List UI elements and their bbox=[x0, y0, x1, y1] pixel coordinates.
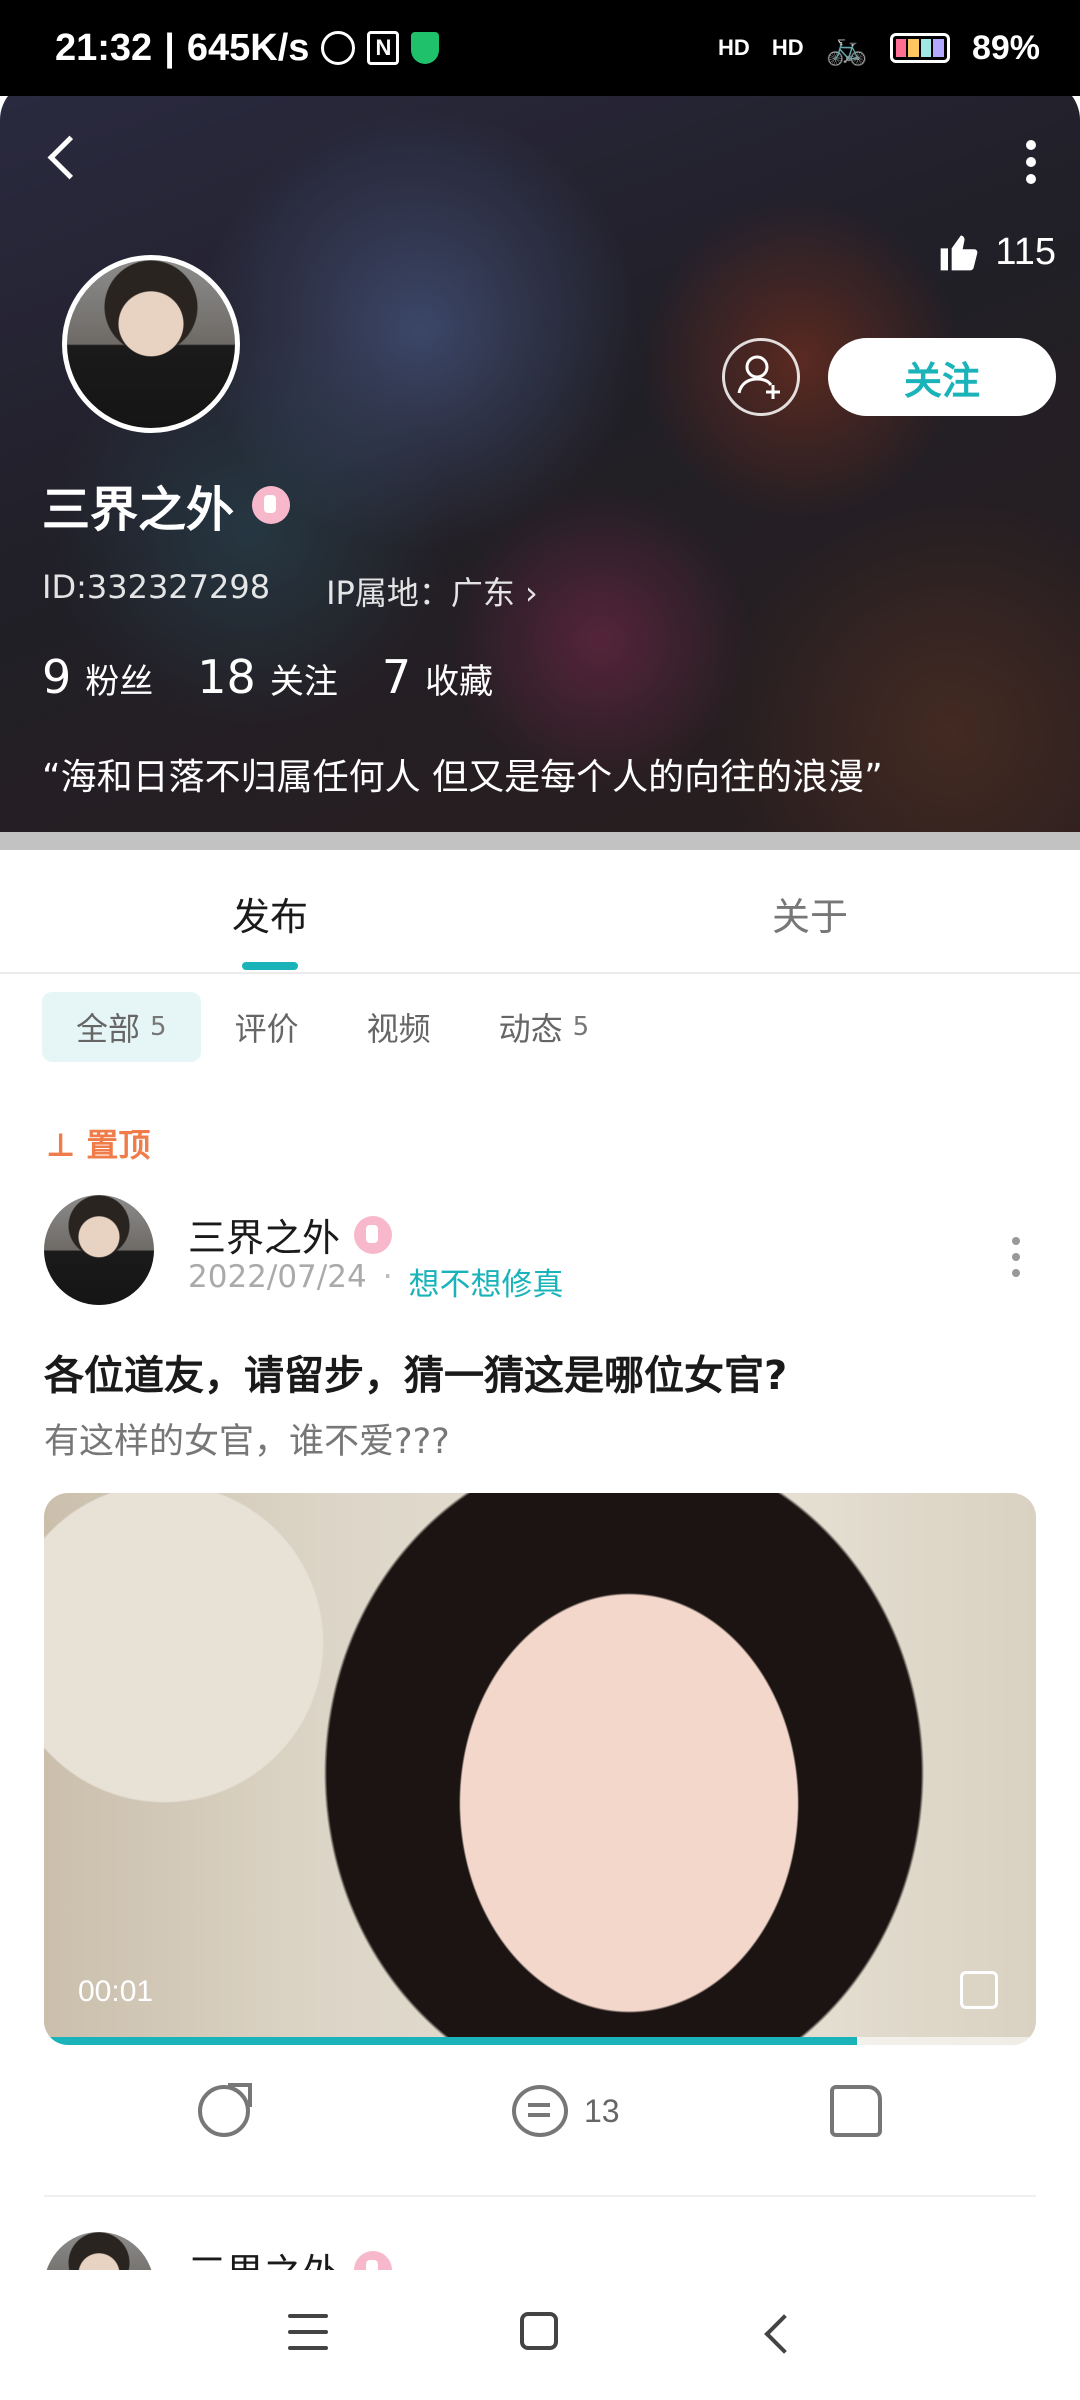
filter-reviews[interactable]: 评价 bbox=[201, 992, 333, 1062]
post-card-next[interactable]: 三界之外 bbox=[0, 2232, 1080, 2270]
nfc-icon: N bbox=[367, 31, 400, 65]
post-video[interactable]: 00:01 bbox=[44, 1493, 1036, 2045]
shield-icon bbox=[411, 32, 440, 64]
like-button[interactable] bbox=[830, 2085, 882, 2137]
profile-header: 115 关注 三界之外 ID:332327298 IP属地：广东 › 9 粉丝 1… bbox=[0, 80, 1080, 840]
likes-count: 115 bbox=[937, 230, 1056, 274]
share-icon bbox=[198, 2083, 252, 2137]
status-bar: 21:32 | 645K/s N HD HD 🚲 89% bbox=[0, 0, 1080, 96]
comment-button[interactable]: 13 bbox=[512, 2085, 620, 2137]
thumbs-up-icon bbox=[941, 235, 978, 271]
creator-badge-icon bbox=[252, 486, 291, 524]
post-author[interactable]: 三界之外 bbox=[188, 2242, 393, 2270]
stat-favorites[interactable]: 7 收藏 bbox=[382, 650, 493, 704]
profile-bio: “海和日落不归属任何人 但又是每个人的向往的浪漫” bbox=[42, 757, 883, 798]
profile-avatar[interactable] bbox=[62, 255, 240, 433]
system-nav-bar bbox=[0, 2270, 1080, 2400]
profile-name: 三界之外 bbox=[42, 470, 291, 540]
post-author[interactable]: 三界之外 bbox=[188, 1207, 393, 1262]
tab-publish[interactable]: 发布 bbox=[232, 886, 308, 941]
creator-badge-icon bbox=[354, 1215, 393, 1254]
hd-signal-1: HD bbox=[718, 35, 750, 60]
network-speed: 645K/s bbox=[186, 26, 310, 69]
post-title: 各位道友，请留步，猜一猜这是哪位女官? bbox=[44, 1353, 788, 1399]
battery-percent: 89% bbox=[971, 28, 1040, 67]
header-divider bbox=[0, 832, 1080, 850]
post-date: 2022/07/24 bbox=[188, 1259, 367, 1295]
user-id: ID:332327298 bbox=[42, 568, 271, 606]
tab-about[interactable]: 关于 bbox=[772, 886, 848, 941]
filter-chips: 全部 5 评价 视频 动态 5 bbox=[42, 992, 623, 1062]
comment-icon bbox=[512, 2085, 568, 2137]
post-topic[interactable]: 想不想修真 bbox=[409, 1259, 564, 1304]
add-user-icon bbox=[737, 355, 780, 399]
filter-all[interactable]: 全部 5 bbox=[42, 992, 201, 1062]
creator-badge-icon bbox=[354, 2250, 393, 2270]
pinned-label: ⊥ 置顶 bbox=[46, 1126, 151, 1164]
add-friend-button[interactable] bbox=[722, 338, 800, 416]
filter-moments[interactable]: 动态 5 bbox=[465, 992, 624, 1062]
follow-button[interactable]: 关注 bbox=[828, 338, 1056, 416]
post-author-avatar[interactable] bbox=[44, 2232, 154, 2270]
video-progress-bar[interactable] bbox=[44, 2037, 1036, 2045]
profile-tabs: 发布 关于 bbox=[0, 850, 1080, 974]
video-time: 00:01 bbox=[78, 1975, 154, 2008]
post-subtitle: 有这样的女官，谁不爱??? bbox=[44, 1422, 450, 1462]
system-back-button[interactable] bbox=[760, 2314, 790, 2354]
post-meta: 2022/07/24 · 想不想修真 bbox=[188, 1259, 564, 1304]
recent-apps-button[interactable] bbox=[288, 2314, 328, 2350]
filter-videos[interactable]: 视频 bbox=[333, 992, 465, 1062]
back-button[interactable] bbox=[40, 130, 90, 190]
profile-id-line: ID:332327298 IP属地：广东 › bbox=[42, 568, 538, 614]
video-progress-fill bbox=[44, 2037, 858, 2045]
pin-icon: ⊥ bbox=[46, 1126, 76, 1164]
post-author-avatar[interactable] bbox=[44, 1195, 154, 1305]
tab-indicator bbox=[242, 962, 298, 970]
post-separator bbox=[44, 2195, 1036, 2197]
comment-count: 13 bbox=[584, 2092, 620, 2129]
mute-icon[interactable] bbox=[960, 1971, 998, 2009]
profile-stats: 9 粉丝 18 关注 7 收藏 bbox=[42, 650, 493, 704]
battery-icon bbox=[889, 33, 950, 63]
home-button[interactable] bbox=[520, 2312, 558, 2350]
more-options-button[interactable] bbox=[1016, 132, 1046, 192]
alarm-icon bbox=[321, 31, 356, 65]
hd-signal-2: HD bbox=[771, 35, 804, 60]
post-actions: 13 bbox=[0, 2083, 1080, 2175]
post-more-button[interactable] bbox=[1012, 1237, 1022, 1277]
stat-fans[interactable]: 9 粉丝 bbox=[42, 650, 153, 704]
status-time: 21:32 bbox=[55, 26, 153, 69]
share-button[interactable] bbox=[198, 2083, 252, 2137]
thumbs-up-icon bbox=[830, 2085, 882, 2137]
bike-icon: 🚲 bbox=[825, 29, 868, 67]
ip-location[interactable]: IP属地：广东 › bbox=[326, 568, 538, 614]
stat-following[interactable]: 18 关注 bbox=[197, 650, 338, 704]
